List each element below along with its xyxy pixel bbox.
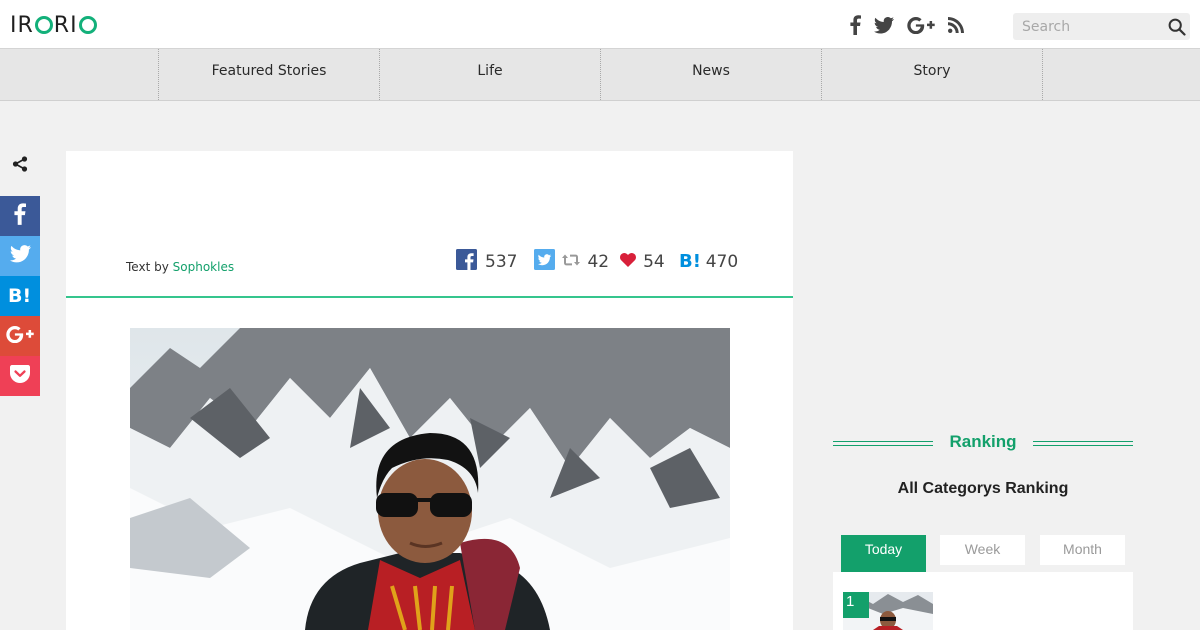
like-count-group[interactable]: 54 (620, 252, 665, 272)
facebook-count: 537 (485, 252, 518, 272)
twitter-icon (9, 245, 31, 267)
share-icon[interactable] (0, 148, 40, 180)
twitter-icon[interactable] (874, 16, 894, 34)
site-logo[interactable]: IR RI (10, 13, 98, 39)
heart-icon (620, 252, 637, 272)
author-link[interactable]: Sophokles (173, 260, 234, 274)
article-hero-image (130, 328, 730, 630)
logo-text-part-2: RI (53, 13, 78, 38)
tab-month[interactable]: Month (1040, 535, 1125, 565)
rss-icon[interactable] (948, 17, 964, 33)
facebook-icon (456, 249, 477, 275)
nav-item-featured-stories[interactable]: Featured Stories (158, 49, 379, 100)
hatena-count-group[interactable]: B! 470 (679, 250, 738, 275)
hatena-bookmark-icon: B! (679, 250, 701, 275)
ranking-number-badge: 1 (843, 592, 869, 618)
retweet-count: 42 (587, 252, 610, 272)
byline-prefix: Text by (126, 260, 169, 274)
search-input[interactable] (1013, 13, 1163, 40)
share-counts: 537 42 54 B! 470 (456, 249, 738, 275)
tab-week[interactable]: Week (940, 535, 1025, 565)
nav-divider (1042, 49, 1043, 100)
ranking-header: Ranking (833, 432, 1133, 456)
header-social-links (850, 12, 964, 38)
facebook-icon[interactable] (850, 15, 861, 35)
logo-text-part-1: IR (10, 13, 34, 38)
pocket-icon (10, 365, 30, 387)
site-header: IR RI (0, 0, 1200, 48)
share-sidebar: B! (0, 148, 40, 396)
hatena-count: 470 (705, 252, 739, 272)
tab-today[interactable]: Today (841, 535, 926, 572)
logo-ring (34, 16, 53, 34)
ranking-subtitle: All Categorys Ranking (897, 480, 1069, 497)
ranking-rule-right (1033, 441, 1133, 446)
twitter-icon (534, 249, 556, 275)
nav-item-news[interactable]: News (600, 49, 821, 100)
share-hatena-button[interactable]: B! (0, 276, 40, 316)
share-google-plus-button[interactable] (0, 316, 40, 356)
like-count: 54 (643, 252, 665, 272)
google-plus-icon (6, 325, 34, 347)
main-nav: Featured Stories Life News Story (0, 48, 1200, 101)
retweet-icon (562, 252, 581, 272)
svg-text:B!: B! (8, 285, 31, 304)
svg-text:B!: B! (679, 251, 701, 270)
search-icon[interactable] (1168, 18, 1186, 40)
article-card: Text by Sophokles 537 42 54 B! 470 (66, 151, 793, 630)
facebook-icon (14, 203, 26, 229)
article-divider (66, 296, 793, 298)
facebook-count-group[interactable]: 537 (456, 249, 517, 275)
share-pocket-button[interactable] (0, 356, 40, 396)
ranking-number: 1 (846, 593, 855, 610)
google-plus-icon[interactable] (907, 16, 935, 34)
twitter-count-group[interactable] (534, 249, 556, 275)
ranking-list: 1 (833, 572, 1133, 630)
share-facebook-button[interactable] (0, 196, 40, 236)
article-byline: Text by Sophokles (126, 260, 234, 274)
share-twitter-button[interactable] (0, 236, 40, 276)
search-box (1013, 13, 1190, 40)
hatena-bookmark-icon: B! (8, 284, 32, 308)
logo-ring (78, 16, 97, 34)
nav-item-life[interactable]: Life (379, 49, 600, 100)
retweet-count-group[interactable]: 42 (562, 252, 609, 272)
ranking-tabs: Today Week Month (833, 535, 1133, 575)
ranking-item-thumbnail[interactable]: 1 (843, 592, 933, 630)
nav-item-story[interactable]: Story (821, 49, 1042, 100)
